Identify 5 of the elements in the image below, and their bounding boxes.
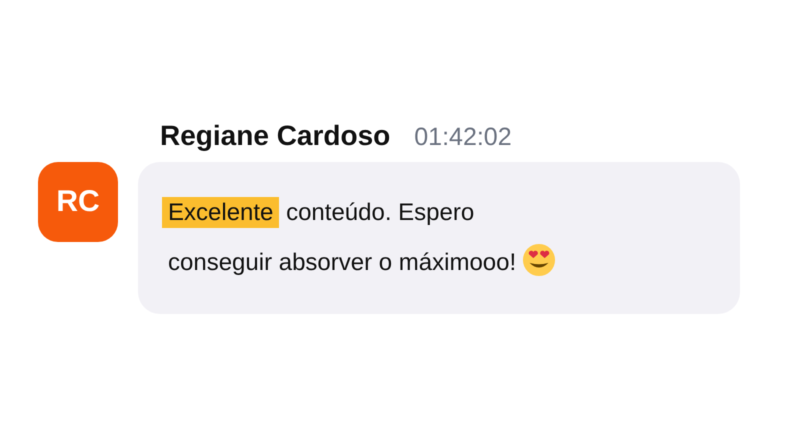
- message-text: Excelente conteúdo. Espero conseguir absorver o máximooo!: [162, 188, 556, 288]
- message-time: 01:42:02: [414, 123, 512, 152]
- avatar: RC: [38, 162, 118, 242]
- heart-eyes-emoji-icon: [522, 243, 556, 277]
- author-name: Regiane Cardoso: [160, 120, 390, 152]
